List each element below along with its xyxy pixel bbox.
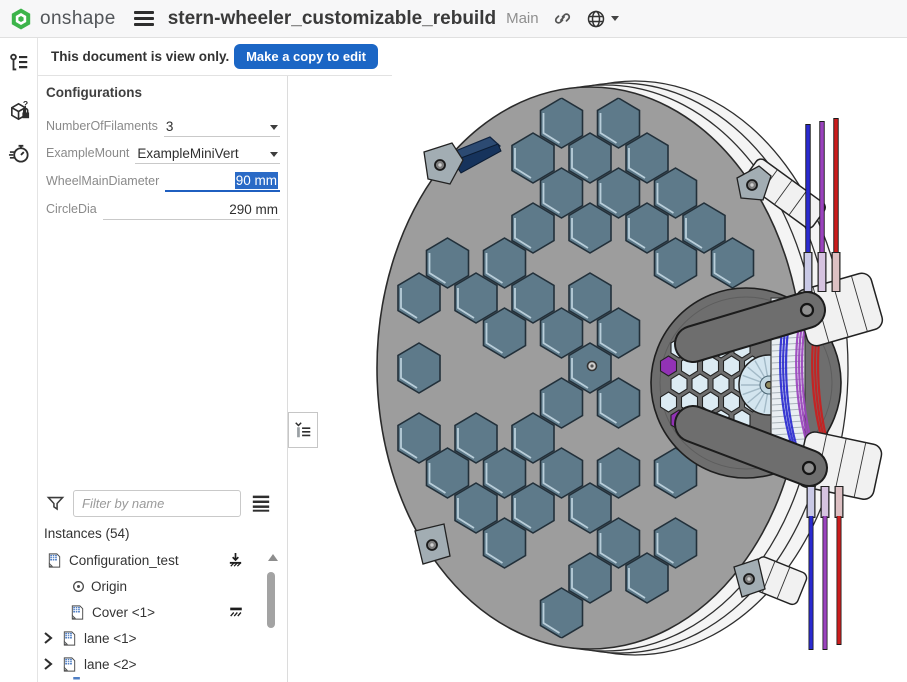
filter-row [46,489,280,517]
config-value: 3 [165,119,174,134]
caret-down-icon [270,125,278,130]
caret-down-icon [270,152,278,157]
wheelmaindiameter-input[interactable]: 90 mm [165,172,280,192]
config-label: ExampleMount [46,146,130,160]
feature-list-flyout-handle[interactable] [288,412,318,448]
tree-item-label: lane <1> [84,630,137,646]
config-label: NumberOfFilaments [46,119,158,133]
config-label: WheelMainDiameter [46,174,160,188]
hamburger-menu-icon[interactable] [133,11,154,26]
scrollbar-up-arrow[interactable] [268,554,278,561]
onshape-hexagon-icon [11,8,31,29]
configured-features-icon[interactable]: ? [0,94,38,128]
stopwatch-icon[interactable] [0,136,38,170]
tree-item-label: Configuration_test [69,552,179,568]
filter-input[interactable] [73,489,241,517]
workspace-name[interactable]: Main [506,10,539,27]
collapsed-list-icon [295,422,311,438]
configuration-panel: Configurations NumberOfFilaments 3 Examp… [38,38,288,682]
filter-funnel-icon[interactable] [46,494,65,513]
globe-icon [587,10,604,27]
top-bar: onshape stern-wheeler_customizable_rebui… [0,0,907,38]
tree-row-partial [38,677,278,682]
document-title: stern-wheeler_customizable_rebuild [167,7,497,29]
insert-ground-icon [227,552,244,569]
tree-item-label: lane <2> [84,656,137,672]
caret-down-icon [610,16,619,21]
examplemount-dropdown[interactable]: ExampleMiniVert [135,146,280,164]
tree-row-cover[interactable]: Cover <1> [38,599,278,625]
selected-value: 90 mm [234,172,278,189]
tree-row-lane-2[interactable]: lane <2> [38,651,278,677]
scrollbar-thumb[interactable] [267,572,275,628]
brand-text: onshape [40,7,116,29]
config-label: CircleDia [46,202,97,216]
origin-icon [72,580,85,593]
config-row-numberoffilaments: NumberOfFilaments 3 [46,111,280,137]
part-studio-icon [61,656,78,673]
3d-viewport-stern-wheeler-model[interactable] [289,38,907,682]
tree-item-label: Origin [91,578,128,594]
assembly-icon [46,552,63,569]
share-link-icon[interactable] [553,9,572,28]
tree-row-origin[interactable]: Origin [38,573,278,599]
tree-item-label: Cover <1> [92,604,156,620]
tree-row-lane-1[interactable]: lane <1> [38,625,278,651]
config-value: 290 mm [229,202,278,217]
tree-row-configuration-test[interactable]: Configuration_test [38,547,278,573]
svg-text:?: ? [22,100,27,109]
configurations-header: Configurations [46,85,142,100]
instances-header: Instances (54) [44,526,130,541]
fixed-icon [228,605,244,620]
chevron-right-icon[interactable] [43,658,55,670]
part-studio-icon [61,630,78,647]
circledia-input[interactable]: 290 mm [102,202,280,220]
config-row-circledia: CircleDia 290 mm [46,194,280,220]
onshape-logo[interactable]: onshape [0,7,126,31]
view-only-bar: This document is view only. Make a copy … [38,38,392,76]
left-icon-strip: ? [0,38,38,682]
chevron-right-icon[interactable] [43,632,55,644]
view-only-message: This document is view only. [51,49,230,64]
config-row-examplemount: ExampleMount ExampleMiniVert [46,138,280,164]
make-copy-button[interactable]: Make a copy to edit [234,44,378,69]
config-value: ExampleMiniVert [137,146,239,161]
numberoffilaments-dropdown[interactable]: 3 [163,119,280,137]
config-row-wheelmaindiameter: WheelMainDiameter 90 mm [46,166,280,192]
3d-canvas[interactable] [289,38,907,682]
list-view-icon[interactable] [251,494,271,512]
public-globe-button[interactable] [586,9,619,29]
configurations-panel-icon[interactable] [0,46,38,80]
part-studio-icon [69,604,86,621]
